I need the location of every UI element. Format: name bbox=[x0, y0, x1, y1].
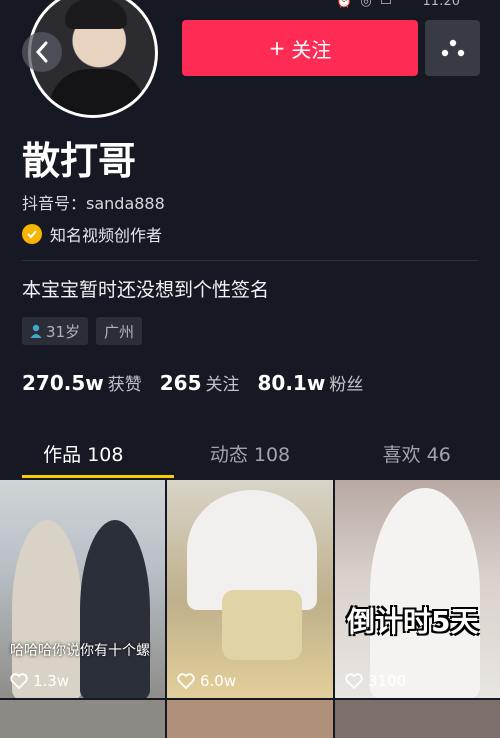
more-button[interactable] bbox=[425, 20, 480, 76]
stat-following[interactable]: 265 关注 bbox=[160, 370, 240, 395]
video-tile[interactable]: 哈哈哈你说你有十个螺 1.3w bbox=[0, 480, 165, 698]
video-grid: 哈哈哈你说你有十个螺 1.3w 6.0w 倒计时5天 3100 bbox=[0, 478, 500, 738]
divider bbox=[22, 260, 478, 261]
tab-dynamic[interactable]: 动态 108 bbox=[167, 432, 334, 478]
age-text: 31岁 bbox=[46, 322, 81, 341]
tab-bar: 作品 108 动态 108 喜欢 46 bbox=[0, 432, 500, 478]
video-caption: 倒计时5天 bbox=[347, 605, 479, 638]
video-caption: 哈哈哈你说你有十个螺 bbox=[10, 643, 150, 659]
heart-outline-icon bbox=[345, 673, 363, 689]
stats-row: 270.5w 获赞 265 关注 80.1w 粉丝 bbox=[22, 370, 363, 395]
bio: 本宝宝暂时还没想到个性签名 bbox=[22, 279, 270, 301]
more-dots-icon bbox=[441, 39, 464, 57]
verified-check-icon bbox=[22, 224, 42, 244]
douyin-id[interactable]: 抖音号：sanda888 bbox=[22, 190, 165, 214]
status-time: 11:20 bbox=[422, 0, 460, 9]
video-figure bbox=[80, 520, 150, 698]
verification-label: 知名视频创作者 bbox=[50, 226, 163, 245]
heart-outline-icon bbox=[177, 673, 195, 689]
follow-label: 关注 bbox=[291, 37, 332, 62]
avatar-hair bbox=[65, 0, 127, 29]
plus-icon: + bbox=[268, 36, 286, 60]
stat-followers[interactable]: 80.1w 粉丝 bbox=[258, 370, 364, 395]
profile-name: 散打哥 bbox=[22, 139, 137, 183]
city-tag: 广州 bbox=[96, 317, 143, 345]
stat-likes: 270.5w 获赞 bbox=[22, 371, 142, 395]
avatar-shirt bbox=[49, 69, 145, 115]
tab-works[interactable]: 作品 108 bbox=[0, 432, 167, 478]
video-tile[interactable]: 6.0w bbox=[167, 480, 333, 698]
city-text: 广州 bbox=[104, 322, 135, 341]
video-tile[interactable] bbox=[0, 700, 165, 738]
video-figure bbox=[370, 488, 480, 698]
video-object bbox=[222, 590, 302, 660]
age-tag: 31岁 bbox=[22, 317, 89, 345]
video-tile[interactable] bbox=[167, 700, 333, 738]
verification-row: 知名视频创作者 bbox=[22, 222, 162, 246]
video-tile[interactable] bbox=[335, 700, 500, 738]
user-icon bbox=[30, 324, 42, 338]
video-likes: 3100 bbox=[345, 672, 406, 690]
video-likes: 6.0w bbox=[177, 672, 236, 690]
heart-outline-icon bbox=[10, 673, 28, 689]
video-tile[interactable]: 倒计时5天 3100 bbox=[335, 480, 500, 698]
follow-button[interactable]: + 关注 bbox=[182, 20, 418, 76]
status-icons: ⏰◎▭ bbox=[336, 0, 400, 9]
video-likes: 1.3w bbox=[10, 672, 69, 690]
chevron-left-icon bbox=[35, 41, 48, 63]
back-button[interactable] bbox=[22, 32, 62, 72]
tab-likes[interactable]: 喜欢 46 bbox=[333, 432, 500, 478]
